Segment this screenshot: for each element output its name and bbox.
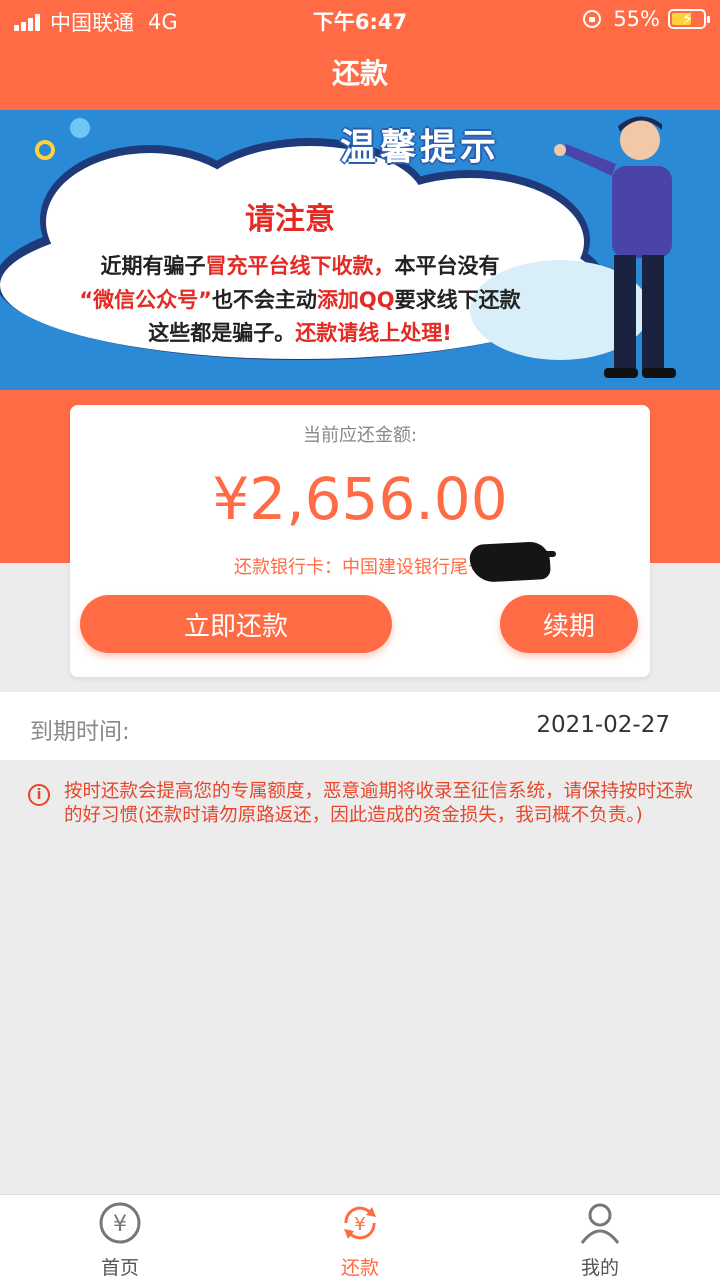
banner-line-3: 这些都是骗子。还款请线上处理! [148,321,452,345]
svg-text:¥: ¥ [113,1212,127,1237]
redaction-scribble [506,551,556,557]
amount-label: 当前应还金额: [302,425,418,446]
due-date-label: 到期时间: [30,719,130,745]
notice-text: 按时还款会提高您的专属额度，恶意逾期将收录至征信系统，请保持按时还款的好习惯(还… [64,781,694,826]
renew-button[interactable]: 续期 [500,595,638,653]
banner-attention: 请注意 [245,202,335,237]
due-date-row: 到期时间: 2021-02-27 [0,692,720,760]
top-bar: 中国联通 4G 下午6:47 55% ⚡ 还款 [0,0,720,110]
svg-text:¥: ¥ [354,1214,365,1235]
info-icon: i [28,784,50,806]
tab-repay[interactable]: ¥ 还款 [300,1201,420,1279]
status-bar: 中国联通 4G 下午6:47 55% ⚡ [0,0,720,38]
banner-line-2: “微信公众号”也不会主动添加QQ要求线下还款 [79,288,521,312]
bank-card-info: 还款银行卡：中国建设银行尾号 [234,557,486,578]
page-title: 还款 [331,57,388,90]
repay-cycle-icon: ¥ [344,1206,376,1240]
redaction-scribble [469,540,551,584]
yen-circle-icon: ¥ [99,1202,141,1244]
tab-home[interactable]: ¥ 首页 [60,1201,180,1279]
amount-due: ¥2,656.00 [212,465,508,533]
repayment-card: 当前应还金额: ¥2,656.00 还款银行卡：中国建设银行尾号 立即还款 续期 [70,405,650,677]
battery-percent: 55% [613,7,660,31]
rotation-lock-icon [583,10,602,28]
tab-mine[interactable]: 我的 [540,1201,660,1279]
warning-banner: 温馨提示 请注意 近期有骗子冒充平台线下收款，本平台没有 “微信公众号”也不会主… [0,110,720,390]
user-icon [580,1203,620,1244]
pay-now-button[interactable]: 立即还款 [80,595,392,653]
banner-line-1: 近期有骗子冒充平台线下收款，本平台没有 [100,254,500,278]
battery-icon: ⚡ [668,9,710,29]
due-date-value: 2021-02-27 [536,712,670,738]
tab-bar: ¥ 首页 ¥ 还款 我的 [0,1194,720,1280]
banner-heading: 温馨提示 [340,127,501,168]
